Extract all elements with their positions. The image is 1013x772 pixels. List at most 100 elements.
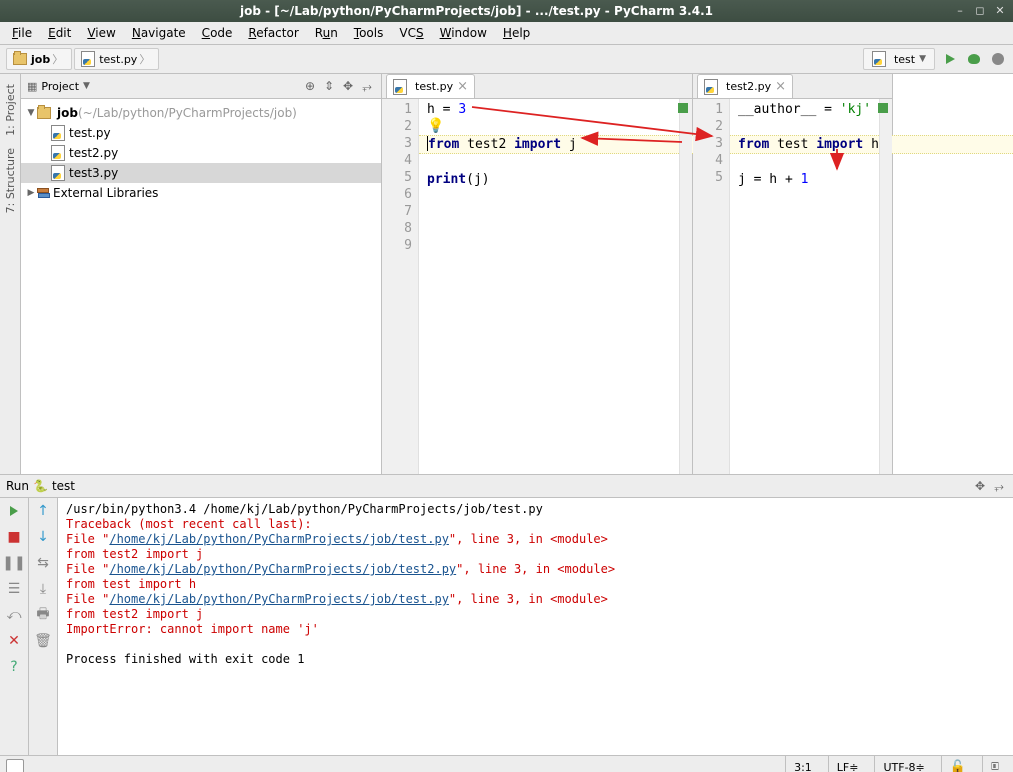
- tool-windows-button[interactable]: [6, 759, 24, 772]
- library-icon: [37, 188, 49, 198]
- python-file-icon: [51, 165, 65, 181]
- line-ending[interactable]: LF ≑: [828, 756, 867, 772]
- intention-bulb-icon[interactable]: 💡: [427, 118, 444, 134]
- left-tool-stripe: 1: Project 7: Structure: [0, 74, 21, 474]
- menu-edit[interactable]: Edit: [40, 24, 79, 42]
- file-encoding[interactable]: UTF-8 ≑: [874, 756, 932, 772]
- code-area[interactable]: __author__ = 'kj' from test import h j =…: [730, 99, 879, 474]
- bug-icon: [968, 54, 980, 64]
- menu-refactor[interactable]: Refactor: [240, 24, 306, 42]
- soft-wrap-button[interactable]: ⇆: [34, 554, 52, 572]
- console-output[interactable]: /usr/bin/python3.4 /home/kj/Lab/python/P…: [58, 498, 1013, 755]
- scroll-from-source-button[interactable]: ⊕: [302, 78, 318, 94]
- structure-tool-tab[interactable]: 7: Structure: [2, 142, 19, 219]
- python-file-icon: [51, 145, 65, 161]
- run-config-name: test: [52, 479, 75, 493]
- breadcrumb-file[interactable]: test.py〉: [74, 48, 159, 70]
- run-label: Run: [6, 479, 29, 493]
- editor-tabs: test.py×: [382, 74, 692, 99]
- menu-window[interactable]: Window: [432, 24, 495, 42]
- file-link[interactable]: /home/kj/Lab/python/PyCharmProjects/job/…: [109, 532, 449, 546]
- analysis-ok-icon: [878, 103, 888, 113]
- folder-icon: [13, 53, 27, 65]
- menu-run[interactable]: Run: [307, 24, 346, 42]
- up-stack-button[interactable]: ↑: [34, 502, 52, 520]
- dump-threads-button[interactable]: ☰: [5, 580, 23, 598]
- editor-body[interactable]: 123456789 h = 3 💡 from test2 import j pr…: [382, 99, 692, 474]
- debug-button[interactable]: [965, 50, 983, 68]
- print-button[interactable]: 🖶: [34, 606, 52, 624]
- clear-button[interactable]: 🗑: [34, 632, 52, 650]
- tree-file-test[interactable]: test.py: [21, 123, 381, 143]
- code-area[interactable]: h = 3 💡 from test2 import j print(j): [419, 99, 679, 474]
- python-file-icon: [704, 79, 718, 95]
- error-stripe[interactable]: [679, 99, 692, 474]
- console-command: /usr/bin/python3.4 /home/kj/Lab/python/P…: [66, 502, 1005, 517]
- restore-layout-button[interactable]: ⤺: [5, 606, 23, 624]
- project-tree: ▼job (~/Lab/python/PyCharmProjects/job) …: [21, 99, 381, 207]
- status-bar: 3:1 LF ≑ UTF-8 ≑ 🔓 🗉: [0, 755, 1013, 772]
- project-pane-header: ▦ Project ▼ ⊕ ⇕ ✥ ⥅: [21, 74, 381, 99]
- exit-code: Process finished with exit code 1: [66, 652, 1005, 667]
- analysis-ok-icon: [678, 103, 688, 113]
- run-with-coverage-button[interactable]: [989, 50, 1007, 68]
- close-button[interactable]: ✕: [5, 632, 23, 650]
- tree-file-test2[interactable]: test2.py: [21, 143, 381, 163]
- run-button[interactable]: [941, 50, 959, 68]
- rerun-button[interactable]: [5, 502, 23, 520]
- stop-button[interactable]: ■: [5, 528, 23, 546]
- line-gutter: 123456789: [382, 99, 419, 474]
- tree-external-libraries[interactable]: ▶External Libraries: [21, 183, 381, 203]
- menu-vcs[interactable]: VCS: [391, 24, 431, 42]
- window-title: job - [~/Lab/python/PyCharmProjects/job]…: [6, 4, 947, 18]
- close-tab-icon[interactable]: ×: [775, 82, 786, 92]
- down-stack-button[interactable]: ↓: [34, 528, 52, 546]
- close-tab-icon[interactable]: ×: [457, 82, 468, 92]
- minimize-button[interactable]: –: [953, 4, 967, 18]
- tree-root[interactable]: ▼job (~/Lab/python/PyCharmProjects/job): [21, 103, 381, 123]
- menu-navigate[interactable]: Navigate: [124, 24, 194, 42]
- project-view-icon: ▦: [27, 80, 37, 93]
- caret-position[interactable]: 3:1: [785, 756, 820, 772]
- tab-test-py[interactable]: test.py×: [386, 74, 475, 98]
- menu-tools[interactable]: Tools: [346, 24, 392, 42]
- editor-right: test2.py× 12345 __author__ = 'kj' from t…: [693, 74, 893, 474]
- play-icon: [10, 506, 18, 516]
- editor-body[interactable]: 12345 __author__ = 'kj' from test import…: [693, 99, 892, 474]
- python-file-icon: [81, 51, 95, 67]
- main-menu: File Edit View Navigate Code Refactor Ru…: [0, 22, 1013, 45]
- import-error: ImportError: cannot import name 'j': [66, 622, 1005, 637]
- collapse-all-button[interactable]: ⇕: [321, 78, 337, 94]
- run-toolbar: ■ ❚❚ ☰ ⤺ ✕ ?: [0, 498, 29, 755]
- scroll-end-button[interactable]: ⤓: [34, 580, 52, 598]
- run-config-selector[interactable]: test ▼: [863, 48, 935, 70]
- run-tool-window: Run 🐍 test ✥ ⥅ ■ ❚❚ ☰ ⤺ ✕ ? ↑ ↓ ⇆ ⤓ 🖶 🗑 …: [0, 474, 1013, 755]
- menu-help[interactable]: Help: [495, 24, 538, 42]
- menu-view[interactable]: View: [79, 24, 123, 42]
- menu-code[interactable]: Code: [194, 24, 241, 42]
- tab-test2-py[interactable]: test2.py×: [697, 74, 793, 98]
- file-link[interactable]: /home/kj/Lab/python/PyCharmProjects/job/…: [109, 562, 456, 576]
- help-button[interactable]: ?: [5, 658, 23, 676]
- run-settings-button[interactable]: ✥: [972, 478, 988, 494]
- breadcrumb-root[interactable]: job〉: [6, 48, 72, 70]
- menu-file[interactable]: File: [4, 24, 40, 42]
- project-tool-tab[interactable]: 1: Project: [2, 78, 19, 142]
- error-stripe[interactable]: [879, 99, 892, 474]
- tree-file-test3[interactable]: test3.py: [21, 163, 381, 183]
- hector-button[interactable]: 🗉: [982, 756, 1007, 772]
- console-toolbar: ↑ ↓ ⇆ ⤓ 🖶 🗑: [29, 498, 58, 755]
- pause-button[interactable]: ❚❚: [5, 554, 23, 572]
- settings-button[interactable]: ✥: [340, 78, 356, 94]
- hide-button[interactable]: ⥅: [359, 78, 375, 94]
- maximize-button[interactable]: ◻: [973, 4, 987, 18]
- project-pane-title[interactable]: Project: [41, 80, 79, 93]
- read-only-toggle[interactable]: 🔓: [941, 756, 974, 772]
- editor-splitter: test.py× 123456789 h = 3 💡 from test2 im…: [382, 74, 1013, 474]
- file-link[interactable]: /home/kj/Lab/python/PyCharmProjects/job/…: [109, 592, 449, 606]
- close-button[interactable]: ✕: [993, 4, 1007, 18]
- editor-tabs: test2.py×: [693, 74, 892, 99]
- run-hide-button[interactable]: ⥅: [991, 478, 1007, 494]
- coverage-icon: [992, 53, 1004, 65]
- run-header: Run 🐍 test ✥ ⥅: [0, 475, 1013, 498]
